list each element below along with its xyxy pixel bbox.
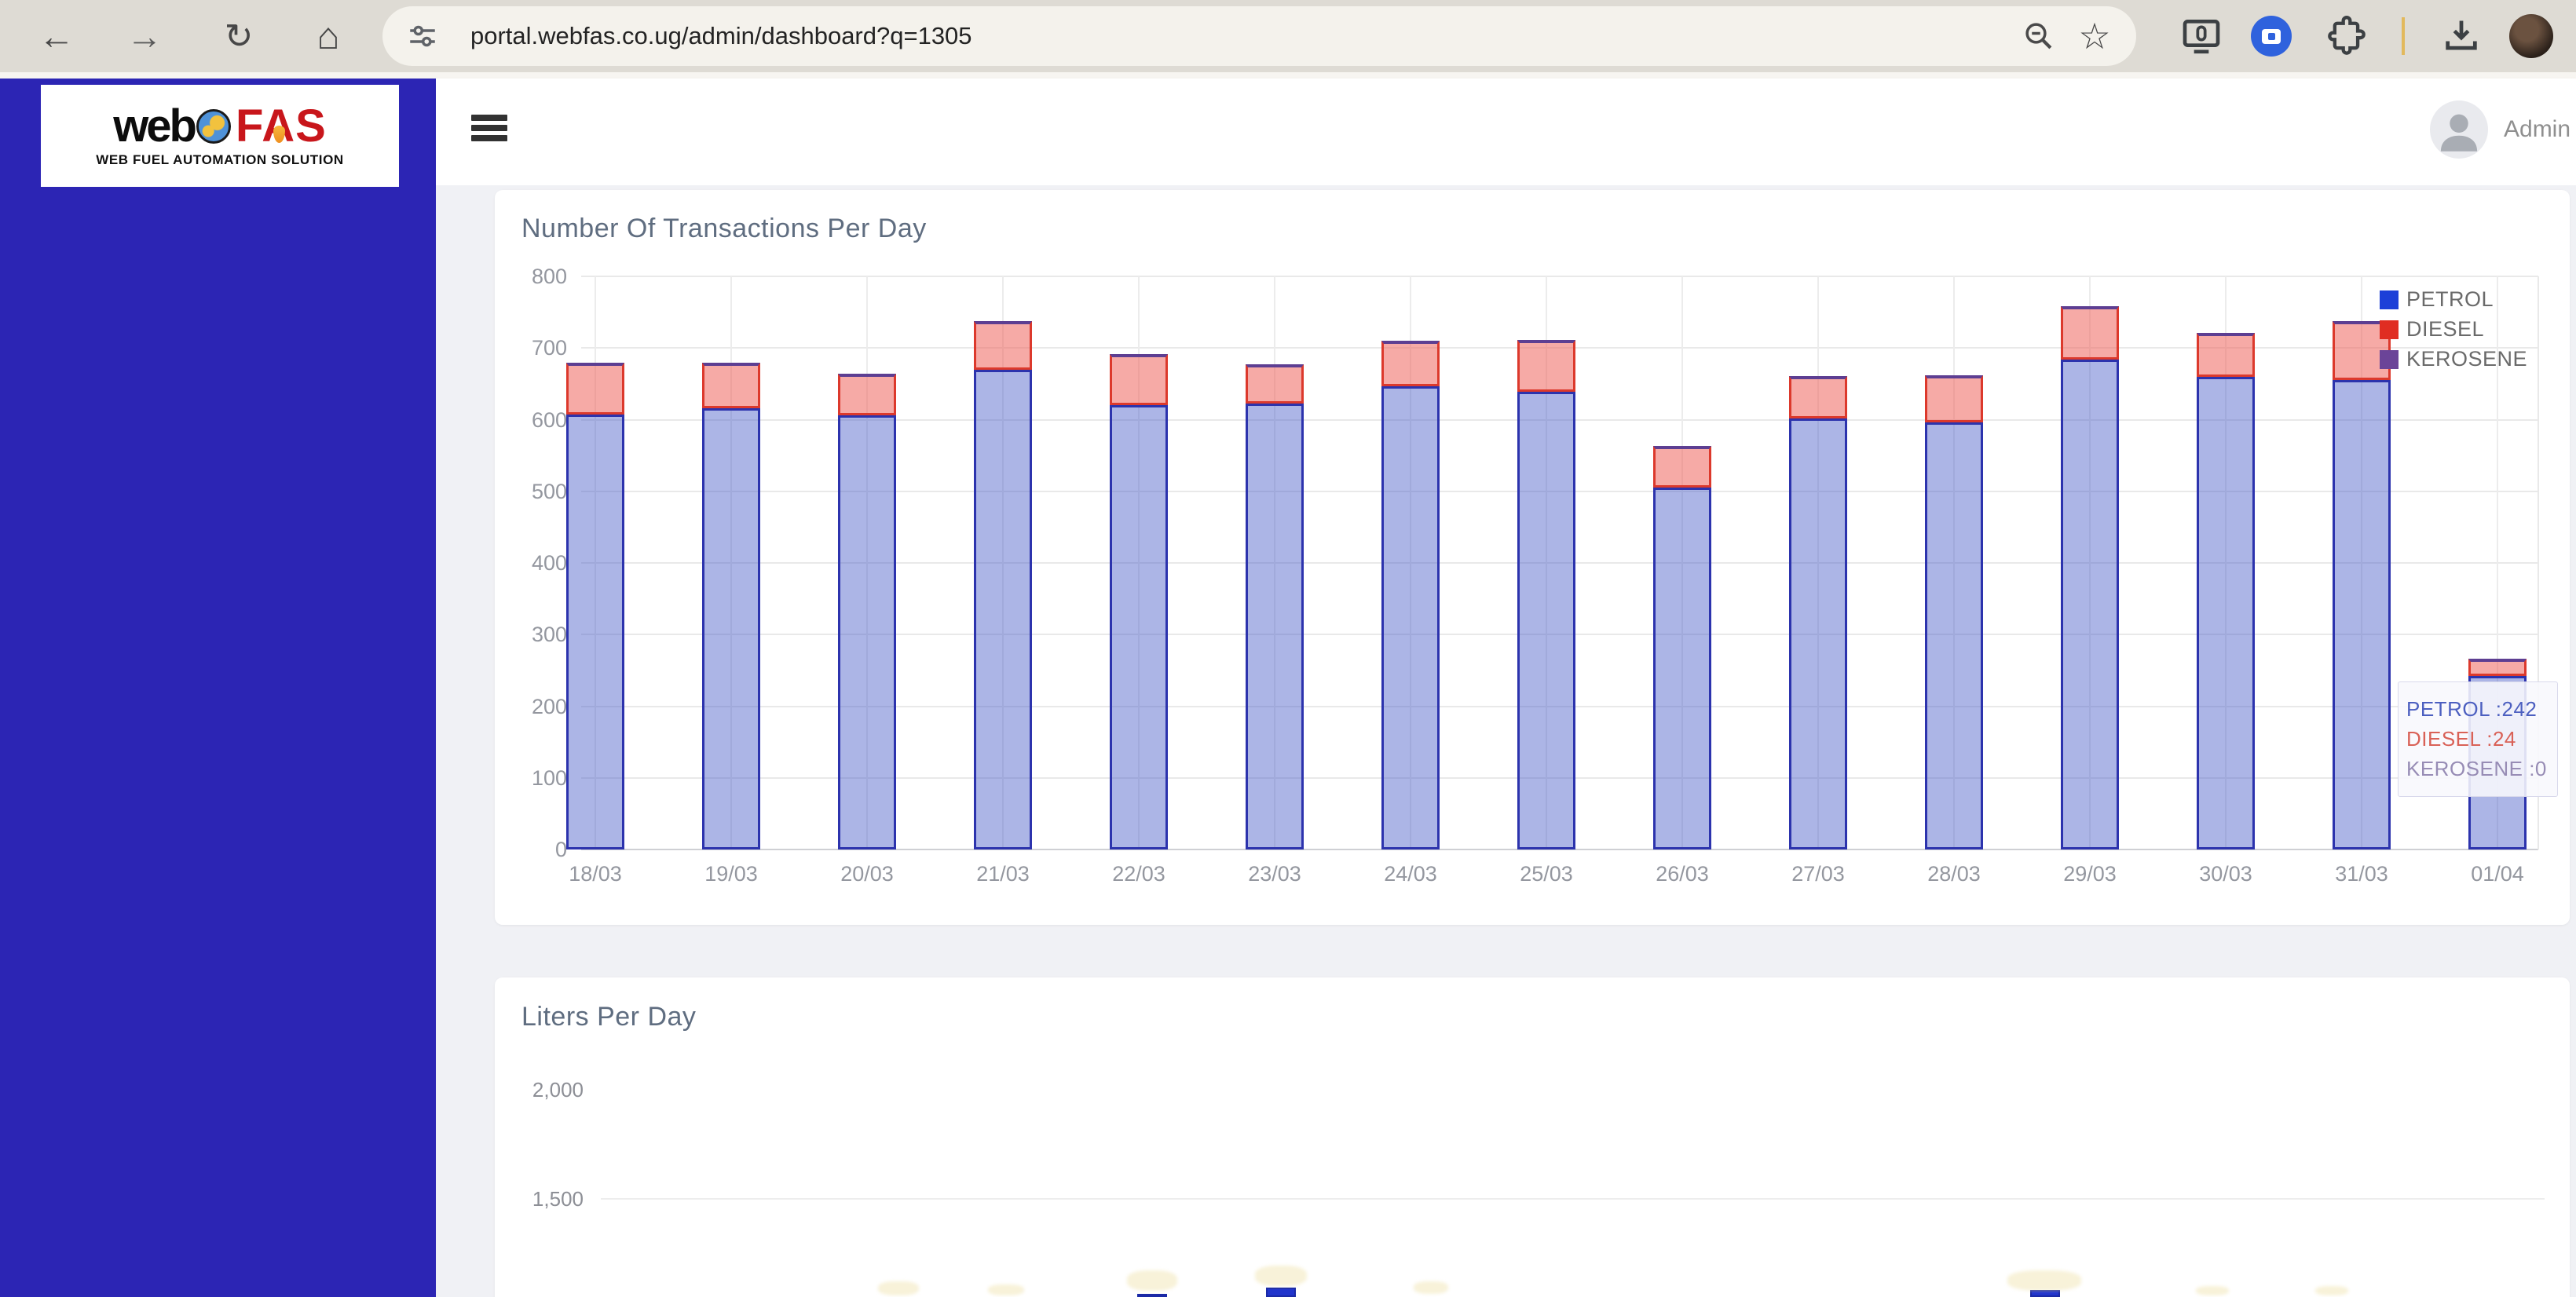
grid-line-horizontal <box>601 1198 2545 1200</box>
bar-faint-fragment <box>1127 1270 1177 1291</box>
bar-faint-fragment <box>1255 1266 1307 1286</box>
y-axis-tick-label: 1,500 <box>491 1186 584 1211</box>
bar-faint-fragment <box>1414 1281 1448 1294</box>
bar-faint-fragment <box>988 1284 1024 1295</box>
bar-petrol-segment[interactable] <box>1137 1294 1167 1297</box>
chart2-plot-area: 2,000 1,500 <box>0 0 2576 1297</box>
bar-faint-fragment <box>2315 1286 2348 1295</box>
bar-faint-fragment <box>2007 1270 2081 1291</box>
y-axis-tick-label: 2,000 <box>491 1077 584 1102</box>
bar-faint-fragment <box>878 1281 919 1295</box>
screen: ← → ↻ ⌂ portal.webfas.co.ug/admin/dashbo… <box>0 0 2576 1297</box>
bar-petrol-segment[interactable] <box>1266 1288 1296 1297</box>
bar-petrol-segment[interactable] <box>2030 1290 2060 1297</box>
bar-faint-fragment <box>2196 1286 2229 1295</box>
